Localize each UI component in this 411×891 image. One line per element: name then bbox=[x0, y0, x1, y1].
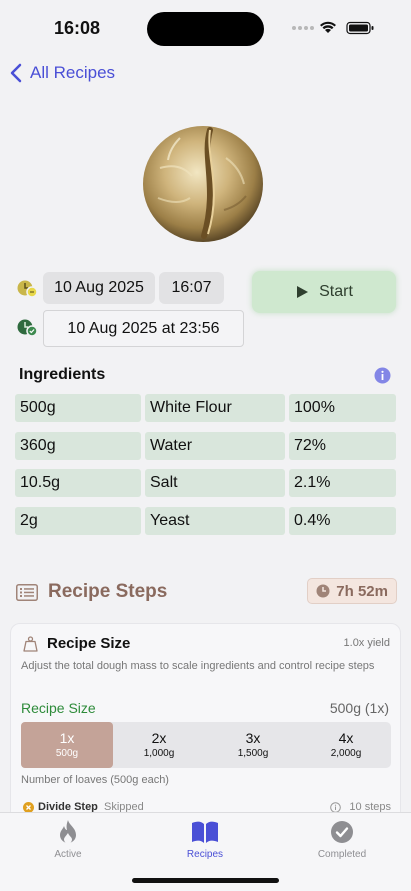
size-option-mass: 1,000g bbox=[143, 748, 175, 759]
size-option-label: 3x bbox=[245, 730, 261, 746]
status-icons bbox=[292, 21, 374, 35]
tab-label: Recipes bbox=[186, 849, 224, 860]
end-datetime-field[interactable]: 10 Aug 2025 at 23:56 bbox=[43, 310, 244, 347]
end-clock-icon bbox=[17, 319, 38, 337]
checkmark-circle-icon bbox=[331, 821, 353, 843]
ingredient-name[interactable]: Water bbox=[145, 432, 285, 460]
ingredient-percent[interactable]: 100% bbox=[289, 394, 396, 422]
ingredient-amount[interactable]: 360g bbox=[15, 432, 141, 460]
book-icon bbox=[192, 821, 218, 843]
recipe-size-title: Recipe Size bbox=[47, 635, 131, 652]
status-time: 16:08 bbox=[54, 18, 101, 38]
list-icon bbox=[16, 584, 38, 601]
wifi-icon bbox=[320, 21, 336, 33]
size-option-mass: 500g bbox=[55, 748, 79, 759]
recipe-size-selector: 1x 500g 2x 1,000g 3x 1,500g 4x 2,000g bbox=[21, 722, 391, 768]
ingredient-amount[interactable]: 2g bbox=[15, 507, 141, 535]
total-duration-badge: 7h 52m bbox=[307, 578, 397, 604]
timer-icon bbox=[316, 584, 330, 598]
tab-completed[interactable]: Completed bbox=[292, 819, 392, 860]
back-label: All Recipes bbox=[30, 63, 116, 82]
size-option-2x[interactable]: 2x 1,000g bbox=[113, 722, 205, 768]
play-icon bbox=[297, 286, 309, 298]
battery-icon bbox=[346, 21, 374, 35]
ingredients-title: Ingredients bbox=[19, 366, 106, 383]
tab-label: Active bbox=[54, 849, 82, 860]
scale-icon bbox=[23, 636, 38, 652]
recipe-size-card: Recipe Size 1.0x yield Adjust the total … bbox=[10, 623, 401, 823]
size-option-mass: 2,000g bbox=[330, 748, 362, 759]
ingredient-name[interactable]: Salt bbox=[145, 469, 285, 497]
start-clock-icon bbox=[17, 280, 38, 298]
size-option-label: 4x bbox=[338, 730, 354, 746]
recipe-size-value: 500g (1x) bbox=[329, 700, 389, 716]
recipe-size-label: Recipe Size bbox=[21, 700, 96, 716]
ingredient-amount[interactable]: 500g bbox=[15, 394, 141, 422]
flame-icon bbox=[60, 820, 76, 844]
status-bar: 16:08 bbox=[0, 0, 411, 56]
ingredient-percent[interactable]: 2.1% bbox=[289, 469, 396, 497]
size-option-4x[interactable]: 4x 2,000g bbox=[300, 722, 392, 768]
tab-recipes[interactable]: Recipes bbox=[155, 819, 255, 860]
ingredient-percent[interactable]: 0.4% bbox=[289, 507, 396, 535]
size-option-3x[interactable]: 3x 1,500g bbox=[207, 722, 299, 768]
tab-active[interactable]: Active bbox=[18, 819, 118, 860]
size-option-label: 1x bbox=[59, 730, 75, 746]
recipe-steps-header: Recipe Steps 7h 52m bbox=[14, 578, 397, 608]
back-button[interactable]: All Recipes bbox=[10, 60, 115, 86]
start-date-button[interactable]: 10 Aug 2025 bbox=[43, 272, 155, 304]
info-icon[interactable] bbox=[374, 367, 391, 384]
bread-image bbox=[143, 126, 263, 242]
start-button[interactable]: Start bbox=[252, 271, 396, 313]
chevron-left-icon bbox=[10, 63, 22, 83]
start-label: Start bbox=[319, 283, 353, 300]
recipe-size-description: Adjust the total dough mass to scale ing… bbox=[21, 660, 375, 672]
dynamic-island bbox=[147, 12, 264, 46]
size-option-mass: 1,500g bbox=[237, 748, 269, 759]
tab-label: Completed bbox=[317, 849, 367, 860]
yield-label: 1.0x yield bbox=[343, 637, 390, 649]
home-indicator bbox=[132, 878, 279, 883]
recipe-steps-title: Recipe Steps bbox=[48, 581, 168, 602]
ingredient-percent[interactable]: 72% bbox=[289, 432, 396, 460]
ingredient-name[interactable]: Yeast bbox=[145, 507, 285, 535]
duration-text: 7h 52m bbox=[336, 582, 388, 600]
size-option-1x[interactable]: 1x 500g bbox=[21, 722, 113, 768]
size-option-label: 2x bbox=[151, 730, 167, 746]
ingredient-amount[interactable]: 10.5g bbox=[15, 469, 141, 497]
start-time-button[interactable]: 16:07 bbox=[159, 272, 224, 304]
loaves-note: Number of loaves (500g each) bbox=[21, 774, 169, 786]
ingredient-name[interactable]: White Flour bbox=[145, 394, 285, 422]
